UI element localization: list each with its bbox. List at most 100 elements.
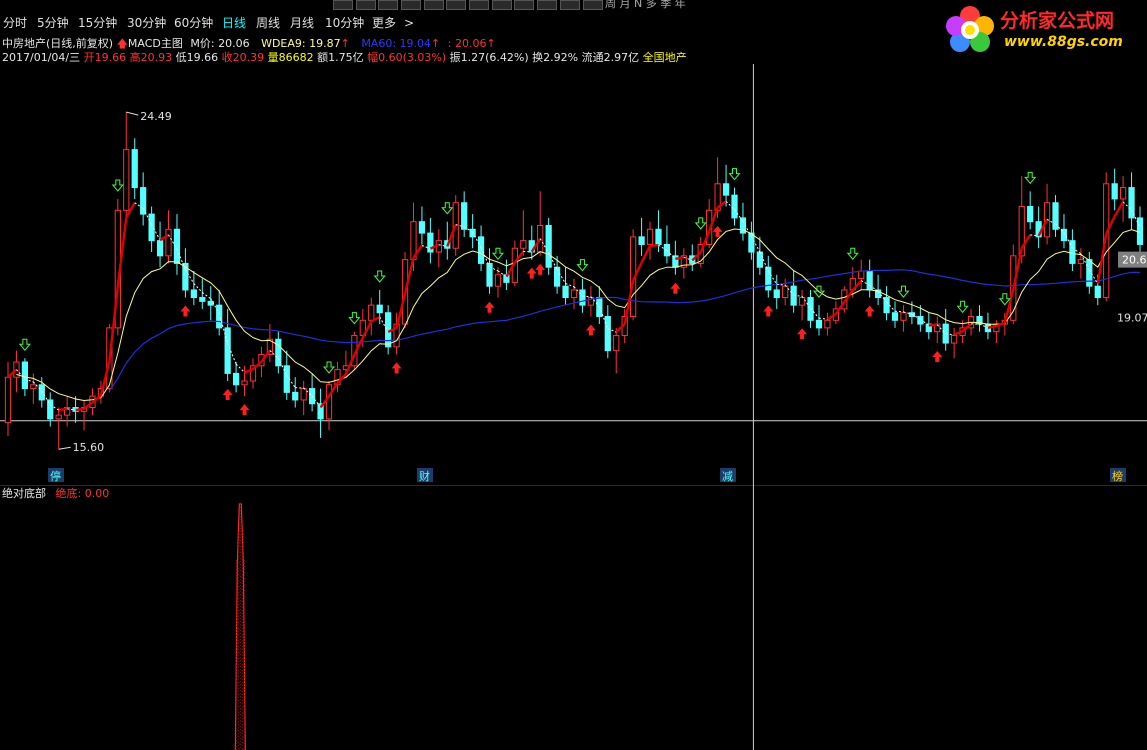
toolbar-icon[interactable] <box>446 0 466 10</box>
m-price: M价: 20.06 <box>190 37 250 50</box>
toolbar-icon[interactable] <box>424 0 444 10</box>
tab-4[interactable]: 60分钟 <box>174 14 213 32</box>
macd-fast-line <box>235 363 245 373</box>
buy-arrow-icon <box>864 305 875 317</box>
candlestick-chart[interactable]: 24.49 15.60 20.6 19.07 停 财 减 榜 <box>0 64 1147 486</box>
candle-body <box>30 384 37 390</box>
sell-arrow-icon <box>846 247 859 260</box>
candle-body <box>1119 187 1127 200</box>
right-price-label-bottom: 19.07 <box>1117 312 1147 325</box>
macd-fast-line <box>58 407 68 412</box>
buy-arrow-icon <box>585 324 596 336</box>
quote-date: 2017/01/04/三 <box>2 51 81 64</box>
sell-arrow-icon <box>694 217 707 230</box>
indicator-header: 中房地产(日线,前复权) 🡅MACD主图 M价: 20.06 WDEA9: 19… <box>2 37 496 51</box>
tab-2[interactable]: 15分钟 <box>78 14 117 32</box>
buy-arrow-icon <box>484 301 495 313</box>
candle-body <box>140 187 147 215</box>
quote-turnover: 换2.92% <box>532 51 579 64</box>
ma60-value: MA60: 19.04 <box>361 37 432 50</box>
right-price-label-top: 20.6 <box>1122 254 1147 267</box>
candle-body <box>858 270 865 280</box>
max-price-pointer <box>126 111 139 116</box>
tab-0[interactable]: 分时 <box>3 14 27 32</box>
candle-body <box>824 319 831 329</box>
candle-body <box>224 327 231 374</box>
tab-6[interactable]: 周线 <box>256 14 280 32</box>
sell-arrow-icon <box>373 270 386 283</box>
tab-1[interactable]: 5分钟 <box>37 14 69 32</box>
sell-arrow-icon <box>1024 171 1037 185</box>
candle-body <box>520 240 527 249</box>
sell-arrow-icon <box>491 247 505 260</box>
toolbar-icon[interactable] <box>560 0 580 10</box>
macd-fast-line <box>928 323 938 327</box>
buy-arrow-icon <box>932 351 943 363</box>
toolbar-icon[interactable] <box>333 0 353 10</box>
candle-body <box>148 213 155 242</box>
event-label[interactable]: 停 <box>50 469 61 483</box>
toolbar-icon[interactable] <box>514 0 534 10</box>
candle-body <box>21 361 29 390</box>
candle-body <box>123 149 130 211</box>
toolbar-icon[interactable] <box>378 0 398 10</box>
candle-body <box>241 380 248 386</box>
candle-body <box>798 297 806 306</box>
candle-body <box>477 236 485 264</box>
toolbar-icon[interactable] <box>583 0 603 10</box>
macd-fast-line <box>75 407 85 412</box>
buy-arrow-icon <box>180 305 191 317</box>
candle-body <box>883 297 890 314</box>
candle-body <box>951 334 958 344</box>
quote-open: 开19.66 <box>83 51 127 64</box>
last-value: : 20.06 <box>447 37 487 50</box>
candle-body <box>815 319 823 329</box>
sell-arrow-icon <box>322 361 336 374</box>
quote-amplitude: 振1.27(6.42%) <box>449 51 529 64</box>
candle-body <box>199 297 206 302</box>
candle-body <box>300 388 307 401</box>
buy-arrow-icon <box>391 362 402 374</box>
sell-arrow-icon <box>998 293 1011 306</box>
candle-body <box>1027 206 1034 223</box>
macd-fast-line <box>1113 201 1125 217</box>
toolbar-strip-labels: 周 月 N 多 季 年 <box>605 0 686 10</box>
candle-body <box>368 304 375 321</box>
max-price-label: 24.49 <box>140 110 172 123</box>
tab-8[interactable]: 10分钟 <box>325 14 364 32</box>
sell-arrow-icon <box>441 202 454 215</box>
tab-3[interactable]: 30分钟 <box>127 14 166 32</box>
sub-indicator-chart[interactable] <box>0 486 1147 750</box>
candle-body <box>207 300 214 306</box>
toolbar-icon[interactable] <box>492 0 512 10</box>
tab-5[interactable]: 日线 <box>222 14 246 32</box>
sell-arrow-icon <box>576 259 589 272</box>
tab-9[interactable]: 更多 <box>372 14 396 32</box>
candle-body <box>545 224 552 268</box>
candle-body <box>773 289 780 299</box>
event-label[interactable]: 财 <box>419 469 430 483</box>
candle-body <box>494 274 502 287</box>
sell-arrow-icon <box>897 285 910 298</box>
candle-body <box>376 304 383 314</box>
tab-7[interactable]: 月线 <box>290 14 314 32</box>
candle-body <box>866 270 873 291</box>
more-arrow-icon[interactable]: > <box>404 14 414 32</box>
min-price-pointer <box>58 446 71 450</box>
stock-name: 中房地产(日线,前复权) <box>2 37 114 50</box>
toolbar-icon[interactable] <box>537 0 557 10</box>
candle-body <box>1077 259 1084 264</box>
toolbar-icon[interactable] <box>401 0 421 10</box>
quote-header: 2017/01/04/三 开19.66 高20.93 低19.66 收20.39… <box>2 51 687 65</box>
macd-fast-line <box>818 317 828 320</box>
candle-body <box>579 289 586 306</box>
candle-body <box>38 384 45 401</box>
event-label[interactable]: 榜 <box>1112 469 1123 483</box>
sell-arrow-icon <box>956 300 969 314</box>
event-label[interactable]: 减 <box>722 470 733 483</box>
buy-arrow-icon <box>526 267 537 279</box>
toolbar-icon[interactable] <box>356 0 376 10</box>
indicator-name[interactable]: MACD主图 <box>128 37 183 50</box>
toolbar-icon[interactable] <box>469 0 489 10</box>
quote-sector[interactable]: 全国地产 <box>643 51 687 64</box>
